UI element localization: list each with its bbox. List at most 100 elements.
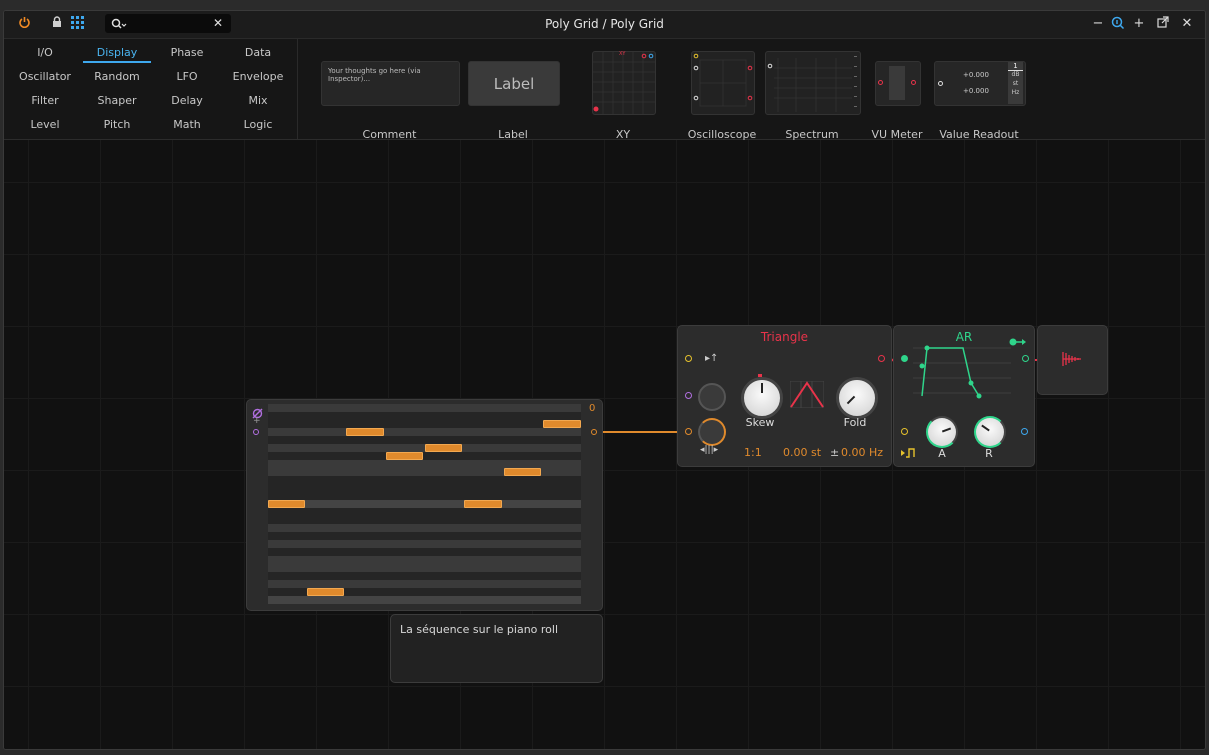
category-mix[interactable]: Mix	[224, 94, 292, 107]
piano-roll-note[interactable]	[268, 500, 305, 508]
ratio-readout[interactable]: 1:1	[744, 446, 762, 459]
triangle-output-port[interactable]	[878, 355, 885, 362]
ar-envelope-module[interactable]: AR A R	[893, 325, 1035, 467]
xy-preview-title: XY	[619, 51, 626, 57]
phase-knob[interactable]	[698, 383, 726, 411]
comment-module-preview[interactable]: Your thoughts go here (via Inspector)...	[321, 61, 460, 106]
inspector-button[interactable]	[1111, 16, 1125, 32]
release-label: R	[985, 447, 993, 460]
category-math[interactable]: Math	[153, 118, 221, 131]
readout-unit-panel: 1 dB st Hz	[1008, 62, 1023, 104]
triangle-pitch-port[interactable]	[685, 428, 692, 435]
retrigger-icon[interactable]: ▸↑	[705, 353, 718, 364]
ar-trigger-mode-icon[interactable]	[901, 444, 917, 463]
module-browser: I/O Display Phase Data Oscillator Random…	[4, 39, 1205, 141]
triangle-sync-port[interactable]	[685, 355, 692, 362]
piano-roll-note[interactable]	[386, 452, 423, 460]
category-oscillator[interactable]: Oscillator	[11, 70, 79, 83]
vu-output-port	[911, 80, 916, 85]
piano-roll-lane	[268, 540, 581, 548]
audio-output-icon	[1062, 350, 1082, 372]
readout-unit-db: dB	[1011, 71, 1020, 78]
piano-roll-input-port[interactable]	[253, 429, 259, 435]
release-knob[interactable]	[974, 416, 1006, 448]
vu-meter-module-preview[interactable]	[875, 61, 921, 106]
fold-label: Fold	[843, 416, 867, 429]
attack-knob[interactable]	[926, 416, 958, 448]
ar-gate-input-port[interactable]	[901, 355, 908, 362]
vu-meter-bar	[889, 66, 905, 100]
active-category-indicator	[83, 61, 151, 63]
pitch-readout[interactable]: 0.00 st	[783, 446, 821, 459]
attack-label: A	[938, 447, 946, 460]
triangle-oscillator-module[interactable]: Triangle ▸↑ ◂|||▸ Skew Fold 1:1 0.00 st	[677, 325, 892, 467]
piano-roll-lane	[268, 428, 581, 436]
comment-module[interactable]: La séquence sur le piano roll	[390, 614, 603, 683]
frequency-readout[interactable]: 0.00 Hz	[841, 446, 883, 459]
fold-knob[interactable]	[836, 377, 878, 419]
category-data[interactable]: Data	[224, 46, 292, 59]
piano-roll-grid[interactable]	[268, 404, 581, 604]
oscilloscope-module-preview[interactable]	[691, 51, 755, 115]
category-level[interactable]: Level	[11, 118, 79, 131]
piano-roll-note[interactable]	[425, 444, 462, 452]
window-title: Poly Grid / Poly Grid	[545, 17, 664, 31]
piano-roll-note[interactable]	[307, 588, 344, 596]
category-filter[interactable]: Filter	[11, 94, 79, 107]
piano-roll-lane	[268, 556, 581, 572]
category-io[interactable]: I/O	[11, 46, 79, 59]
minimize-button[interactable]: −	[1091, 16, 1105, 32]
category-shaper[interactable]: Shaper	[83, 94, 151, 107]
pitch-knob[interactable]	[698, 418, 726, 446]
piano-roll-note[interactable]	[543, 420, 581, 428]
skew-knob-marker	[758, 374, 762, 377]
piano-roll-output-port[interactable]	[591, 429, 597, 435]
add-button[interactable]: +	[1132, 16, 1146, 32]
oscilloscope-preview-graphic	[693, 53, 753, 107]
vu-input-port	[878, 80, 883, 85]
piano-roll-note[interactable]	[464, 500, 502, 508]
spectrum-preview-graphic	[767, 56, 857, 112]
triangle-title: Triangle	[760, 330, 809, 344]
label-preview-text: Label	[493, 75, 535, 93]
readout-unit-hz: Hz	[1011, 89, 1020, 96]
value-readout-module-preview[interactable]: +0.000 +0.000 1 dB st Hz	[934, 61, 1026, 106]
category-logic[interactable]: Logic	[224, 118, 292, 131]
category-envelope[interactable]: Envelope	[224, 70, 292, 83]
skew-knob[interactable]	[741, 377, 783, 419]
category-lfo[interactable]: LFO	[153, 70, 221, 83]
header-divider	[297, 39, 298, 139]
plus-minus-sign: ±	[830, 446, 840, 459]
piano-roll-module[interactable]: + 0	[246, 399, 603, 611]
triangle-phase-port[interactable]	[685, 392, 692, 399]
readout-input-port	[938, 81, 943, 86]
spectrum-module-preview[interactable]	[765, 51, 861, 115]
piano-roll-counter: 0	[589, 403, 596, 414]
category-delay[interactable]: Delay	[153, 94, 221, 107]
keytrack-icon[interactable]: ◂|||▸	[700, 445, 718, 455]
poly-grid-window: ✕ Poly Grid / Poly Grid − + ✕ I/O Displa…	[3, 10, 1206, 750]
category-phase[interactable]: Phase	[153, 46, 221, 59]
pitch-indicator-icon: +	[253, 416, 261, 426]
piano-roll-note[interactable]	[346, 428, 384, 436]
category-display[interactable]: Display	[83, 46, 151, 59]
ar-output-port[interactable]	[1022, 355, 1029, 362]
patch-canvas[interactable]: + 0 La séquence sur le piano roll Triang…	[4, 140, 1205, 749]
skew-label: Skew	[745, 416, 775, 429]
popout-icon[interactable]	[1156, 16, 1170, 32]
readout-value-1: +0.000	[963, 71, 989, 79]
close-button[interactable]: ✕	[1180, 16, 1194, 32]
ar-envelope-graph[interactable]	[913, 341, 1011, 405]
ar-velocity-port[interactable]	[1021, 428, 1028, 435]
readout-unit-top: 1	[1008, 62, 1023, 71]
ar-trigger-port[interactable]	[901, 428, 908, 435]
category-pitch[interactable]: Pitch	[83, 118, 151, 131]
audio-output-module[interactable]	[1037, 325, 1108, 395]
category-random[interactable]: Random	[83, 70, 151, 83]
xy-module-preview[interactable]: XY	[592, 51, 656, 115]
title-bar: ✕ Poly Grid / Poly Grid − + ✕	[4, 11, 1205, 39]
piano-roll-note[interactable]	[504, 468, 541, 476]
readout-unit-st: st	[1012, 80, 1019, 87]
ar-gate-out-icon[interactable]	[1009, 332, 1027, 351]
label-module-preview[interactable]: Label	[468, 61, 560, 106]
